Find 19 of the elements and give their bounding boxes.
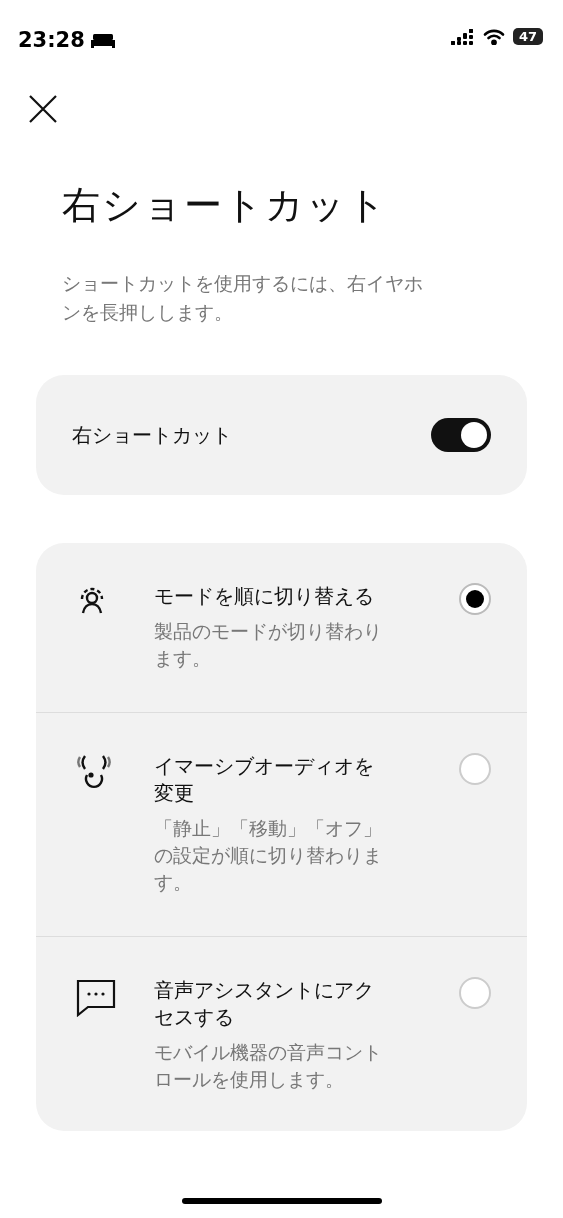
signal-icon	[451, 28, 475, 45]
option-title: 音声アシスタントにアクセスする	[154, 977, 375, 1031]
page-title: 右ショートカット	[62, 182, 389, 229]
option-radio[interactable]	[459, 753, 491, 785]
toggle-label: 右ショートカット	[72, 421, 232, 449]
option-title: イマーシブオーディオを変更	[154, 753, 375, 807]
bed-icon	[90, 32, 115, 48]
option-description: 製品のモードが切り替わります。	[154, 619, 383, 671]
chat-icon	[76, 979, 116, 1017]
battery-level: 47	[513, 28, 543, 45]
option-description: 「静止」「移動」「オフ」の設定が順に切り替わります。	[154, 816, 383, 895]
option-title: モードを順に切り替える	[154, 583, 375, 610]
option-radio[interactable]	[459, 977, 491, 1009]
shortcut-switch[interactable]	[431, 418, 491, 452]
option-description: モバイル機器の音声コントロールを使用します。	[154, 1040, 383, 1092]
wifi-icon	[483, 28, 505, 45]
option-radio[interactable]	[459, 583, 491, 615]
description-text: ショートカットを使用するには、右イヤホンを長押しします。	[62, 271, 424, 325]
status-time: 23:28	[18, 28, 85, 52]
